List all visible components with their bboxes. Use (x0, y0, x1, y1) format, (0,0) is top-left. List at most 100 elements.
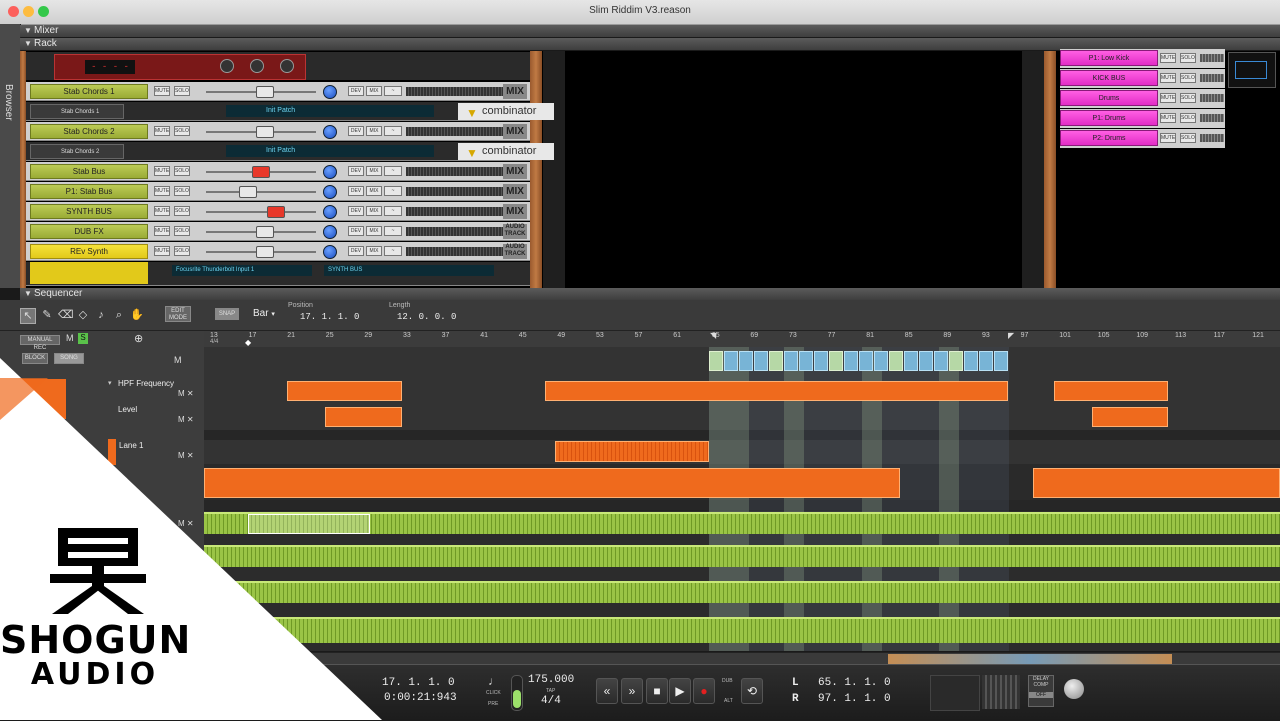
solo-button[interactable]: SOLO (174, 206, 190, 216)
pattern-clip[interactable] (739, 351, 753, 371)
solo-button[interactable]: SOLO (1180, 93, 1196, 103)
collapse-triangle-icon[interactable]: ▾ (108, 379, 112, 387)
eq-curve-icon[interactable]: ~ (384, 86, 402, 96)
channel-name[interactable]: SYNTH BUS (30, 204, 148, 219)
loop-toggle-button[interactable]: ⟲ (741, 678, 763, 704)
eq-curve-icon[interactable]: ~ (384, 166, 402, 176)
automation-clip[interactable] (287, 381, 402, 401)
mute-button[interactable]: MUTE (154, 246, 170, 256)
mixer-channel-name[interactable]: Drums (1060, 90, 1158, 106)
solo-button[interactable]: SOLO (174, 166, 190, 176)
mute-button[interactable]: MUTE (154, 206, 170, 216)
navigator-viewport[interactable] (1235, 61, 1267, 79)
mix-button[interactable]: MIX (366, 246, 382, 256)
position-field[interactable]: 17. 1. 1. 0 (300, 312, 359, 322)
snap-button[interactable]: SNAP (215, 308, 239, 320)
rewind-button[interactable]: « (596, 678, 618, 704)
loop-right-marker-icon[interactable]: ◤ (1008, 331, 1014, 340)
channel-name[interactable]: P1: Stab Bus (30, 184, 148, 199)
mute-button[interactable]: MUTE (1160, 113, 1176, 123)
block-mode-button[interactable]: BLOCK (22, 353, 48, 364)
timeline-ruler[interactable]: 13 17 21 25 29 33 37 41 45 49 53 57 61 65 69 73 77 81 85 89… (204, 331, 1280, 348)
automation-clip[interactable] (1092, 407, 1168, 427)
loop-left-position[interactable]: 65. 1. 1. 0 (818, 677, 891, 689)
dry-wet-knob-icon[interactable] (280, 59, 294, 73)
lane-mute[interactable]: M ✕ (178, 519, 194, 528)
automation-clip[interactable] (545, 381, 1008, 401)
channel-fader[interactable] (255, 86, 274, 98)
channel-fader[interactable] (252, 166, 271, 178)
pattern-clip[interactable] (709, 351, 723, 371)
mute-button[interactable]: MUTE (154, 186, 170, 196)
track-mute[interactable]: M (174, 355, 182, 365)
mute-button[interactable]: MUTE (1160, 73, 1176, 83)
time-signature-display[interactable]: 4/4 (541, 695, 561, 707)
feedback-knob-icon[interactable] (220, 59, 234, 73)
channel-name[interactable]: Stab Bus (30, 164, 148, 179)
length-field[interactable]: 12. 0. 0. 0 (397, 312, 456, 322)
pattern-clip[interactable] (919, 351, 933, 371)
song-position-marker-icon[interactable]: ◆ (245, 338, 251, 347)
note-clip[interactable] (1033, 468, 1280, 498)
delay-comp-button[interactable]: DELAY COMP OFF (1028, 675, 1054, 707)
mute-tool-icon[interactable]: ♪ (94, 308, 108, 322)
pattern-clip[interactable] (769, 351, 783, 371)
tap-button[interactable]: TAP (546, 688, 555, 694)
pan-knob-icon[interactable] (323, 125, 337, 139)
sequencer-section-header[interactable]: ▼ Sequencer (20, 288, 1280, 300)
mute-button[interactable]: MUTE (1160, 93, 1176, 103)
channel-fader[interactable] (266, 206, 285, 218)
pattern-clip[interactable] (754, 351, 768, 371)
lane-mute[interactable]: M ✕ (178, 389, 194, 398)
selected-clip-range[interactable] (248, 514, 370, 534)
browser-panel-toggle[interactable]: Browser (0, 24, 21, 288)
dev-button[interactable]: DEV (348, 246, 364, 256)
solo-button[interactable]: SOLO (1180, 73, 1196, 83)
click-level-slider[interactable] (511, 675, 523, 711)
solo-button[interactable]: SOLO (174, 86, 190, 96)
edit-mode-button[interactable]: EDIT MODE (165, 306, 191, 322)
select-tool-icon[interactable]: ↖ (20, 308, 36, 324)
solo-button[interactable]: SOLO (1180, 113, 1196, 123)
automation-clip[interactable] (325, 407, 402, 427)
solo-button[interactable]: SOLO (174, 226, 190, 236)
dev-button[interactable]: DEV (348, 126, 364, 136)
pan-knob-icon[interactable] (323, 165, 337, 179)
pattern-clip[interactable] (874, 351, 888, 371)
song-mode-button[interactable]: SONG (54, 353, 84, 364)
lane-mute[interactable]: M ✕ (178, 451, 194, 460)
pattern-clip[interactable] (949, 351, 963, 371)
note-clip[interactable] (555, 441, 709, 462)
channel-name[interactable]: REv Synth (30, 244, 148, 259)
pattern-clip[interactable] (934, 351, 948, 371)
channel-fader[interactable] (255, 126, 274, 138)
mute-button[interactable]: MUTE (154, 86, 170, 96)
combinator-patch-display[interactable]: Init Patch (226, 145, 434, 157)
alt-button[interactable]: ALT (724, 698, 733, 704)
mixer-channel-name[interactable]: KICK BUS (1060, 70, 1158, 86)
eraser-tool-icon[interactable]: ⌫ (58, 308, 74, 322)
pan-knob-icon[interactable] (323, 225, 337, 239)
track-solo-all[interactable]: S (78, 333, 88, 344)
transport-knob-icon[interactable] (1064, 679, 1084, 699)
magnify-tool-icon[interactable]: ⌕ (112, 308, 126, 322)
mix-button[interactable]: MIX (366, 86, 382, 96)
audio-clip[interactable] (204, 581, 1280, 603)
channel-name[interactable]: Stab Chords 2 (30, 124, 148, 139)
pencil-tool-icon[interactable]: ✎ (40, 308, 54, 322)
mix-button[interactable]: MIX (366, 186, 382, 196)
pan-knob-icon[interactable] (323, 85, 337, 99)
record-button[interactable]: ● (693, 678, 715, 704)
solo-button[interactable]: SOLO (174, 186, 190, 196)
audio-clip[interactable] (204, 545, 1280, 567)
transport-position-bars[interactable]: 17. 1. 1. 0 (382, 677, 455, 689)
lane-mute[interactable]: M ✕ (178, 415, 194, 424)
dub-button[interactable]: DUB (722, 678, 733, 684)
mixer-channel-name[interactable]: P1: Drums (1060, 110, 1158, 126)
loop-left-marker-icon[interactable]: ◥ (710, 331, 716, 340)
mute-button[interactable]: MUTE (154, 126, 170, 136)
dev-button[interactable]: DEV (348, 166, 364, 176)
mix-button[interactable]: MIX (366, 166, 382, 176)
solo-button[interactable]: SOLO (1180, 133, 1196, 143)
automation-clip[interactable] (1054, 381, 1168, 401)
